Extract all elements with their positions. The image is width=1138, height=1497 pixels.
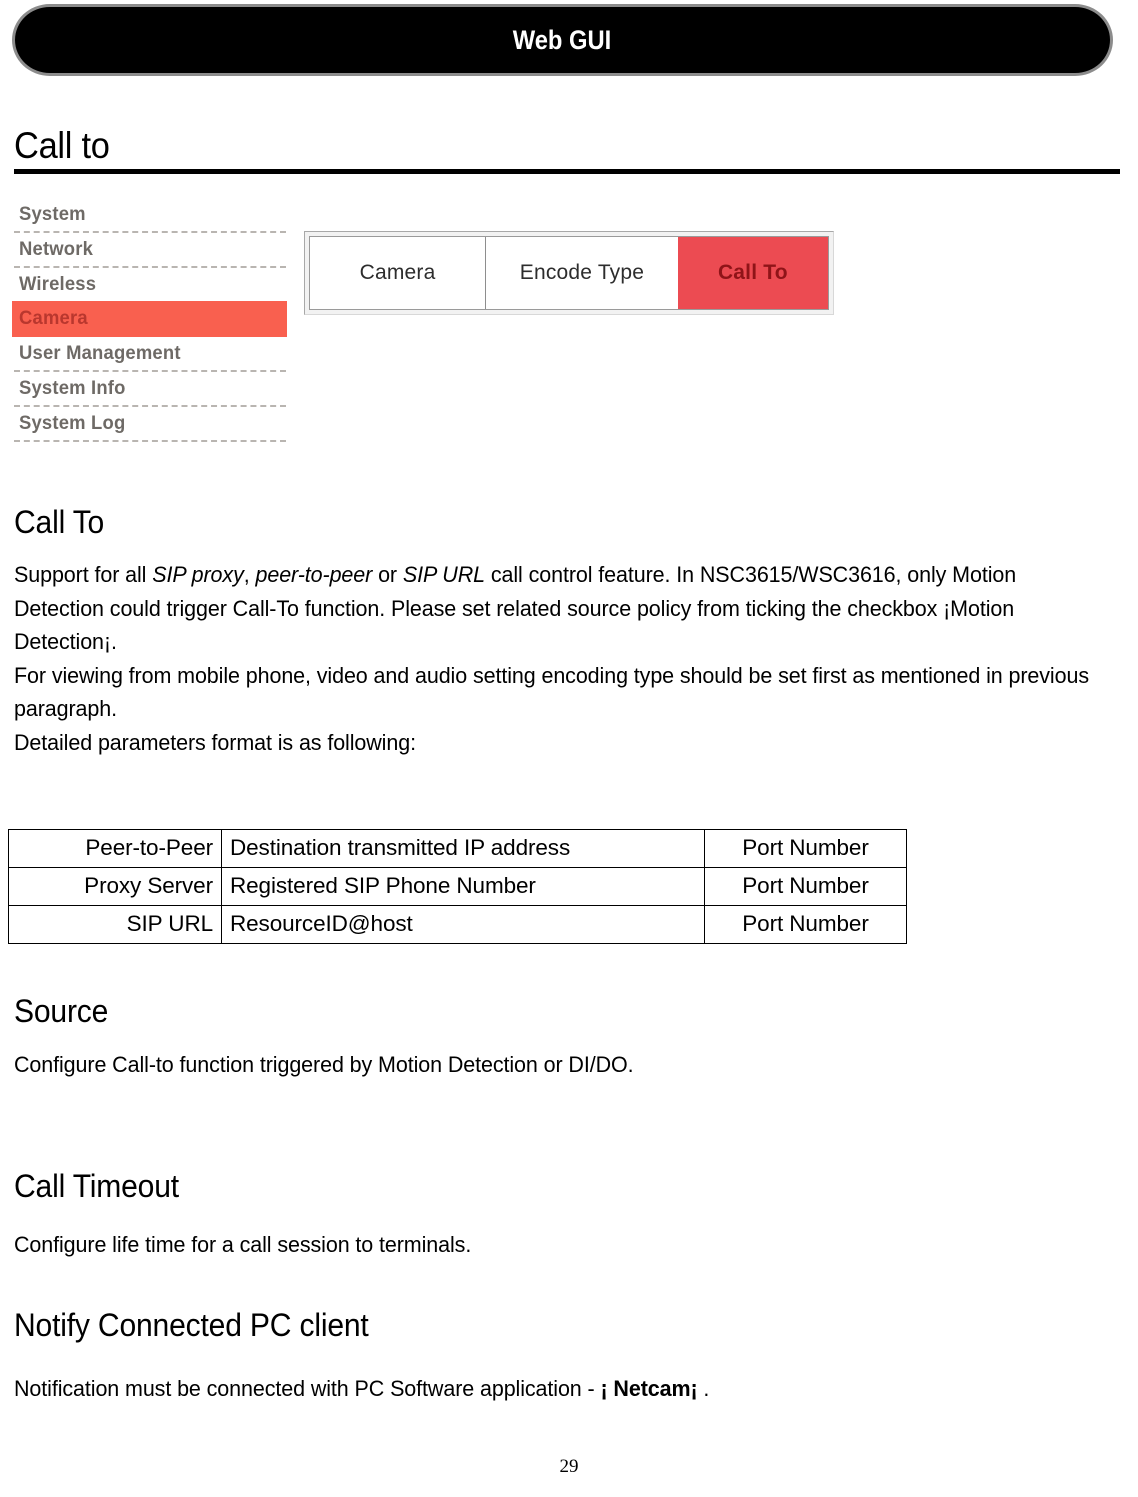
table-row: SIP URL ResourceID@host Port Number: [8, 905, 907, 944]
paragraph-emphasis-sip-url: SIP URL: [402, 562, 485, 587]
section-heading-call-to: Call to: [14, 125, 110, 166]
web-gui-screenshot-figure: System Network Wireless Camera User Mana…: [0, 198, 1138, 488]
table-row: Proxy Server Registered SIP Phone Number…: [8, 867, 907, 906]
table-cell-description: ResourceID@host: [221, 905, 705, 944]
tab-encode-type[interactable]: Encode Type: [486, 237, 678, 309]
sidebar-item-label: System: [19, 203, 86, 225]
paragraph-text-run: or: [372, 562, 403, 587]
section-heading-rule: [14, 169, 1120, 174]
table-cell-description: Destination transmitted IP address: [221, 829, 705, 868]
heading-notify-connected-pc-client: Notify Connected PC client: [14, 1307, 369, 1343]
sidebar-item-label: Camera: [19, 308, 88, 329]
tab-camera[interactable]: Camera: [310, 237, 487, 309]
paragraph-text-run: Support for all: [14, 562, 153, 587]
paragraph-notify: Notification must be connected with PC S…: [14, 1372, 1065, 1406]
parameters-table: Peer-to-Peer Destination transmitted IP …: [8, 829, 907, 944]
paragraph-text-run: ,: [243, 562, 256, 587]
paragraph-call-timeout: Configure life time for a call session t…: [14, 1232, 472, 1257]
sidebar-item-label: User Management: [19, 342, 181, 364]
table-row: Peer-to-Peer Destination transmitted IP …: [8, 829, 907, 868]
sidebar-divider: [14, 440, 286, 442]
table-cell-type: Proxy Server: [8, 867, 222, 906]
page-header-title: Web GUI: [513, 24, 612, 55]
sidebar-item-system[interactable]: System: [12, 198, 287, 231]
table-cell-port: Port Number: [704, 829, 907, 868]
sidebar-item-label: Network: [19, 238, 94, 260]
heading-source: Source: [14, 993, 109, 1029]
sidebar-item-system-log[interactable]: System Log: [12, 407, 287, 440]
table-cell-description: Registered SIP Phone Number: [221, 867, 705, 906]
heading-call-to: Call To: [14, 504, 105, 540]
paragraph-source: Configure Call-to function triggered by …: [14, 1052, 634, 1077]
gui-tab-strip: Camera Encode Type Call To: [304, 231, 834, 315]
sidebar-item-label: System Info: [19, 377, 126, 399]
paragraph-text-run: For viewing from mobile phone, video and…: [14, 662, 1089, 722]
tab-call-to[interactable]: Call To: [677, 237, 828, 309]
sidebar-item-user-management[interactable]: User Management: [12, 337, 287, 370]
heading-call-timeout: Call Timeout: [14, 1168, 179, 1204]
paragraph-strong-netcam: ¡ Netcam¡: [600, 1376, 698, 1401]
sidebar-item-wireless[interactable]: Wireless: [12, 268, 287, 301]
table-cell-type: Peer-to-Peer: [8, 829, 222, 868]
gui-tab-strip-inner: Camera Encode Type Call To: [309, 236, 829, 310]
table-cell-port: Port Number: [704, 867, 907, 906]
table-cell-type: SIP URL: [8, 905, 222, 944]
sidebar-item-label: System Log: [19, 412, 126, 434]
paragraph-text-run: Notification must be connected with PC S…: [14, 1376, 601, 1401]
sidebar-item-network[interactable]: Network: [12, 233, 287, 266]
gui-sidebar-nav: System Network Wireless Camera User Mana…: [12, 198, 287, 442]
paragraph-text-run: Detailed parameters format is as followi…: [14, 729, 416, 755]
page-number: 29: [559, 1456, 579, 1477]
sidebar-item-camera[interactable]: Camera: [12, 301, 287, 337]
section-heading-block: Call to: [14, 126, 1120, 174]
paragraph-emphasis-peer-to-peer: peer-to-peer: [255, 562, 373, 587]
page-header-banner: Web GUI: [12, 4, 1113, 76]
table-cell-port: Port Number: [704, 905, 907, 944]
sidebar-item-label: Wireless: [19, 273, 97, 295]
paragraph-emphasis-sip-proxy: SIP proxy: [152, 562, 244, 587]
paragraph-text-run: .: [697, 1376, 710, 1401]
paragraph-call-to: Support for all SIP proxy, peer-to-peer …: [14, 558, 1093, 759]
sidebar-item-system-info[interactable]: System Info: [12, 372, 287, 405]
